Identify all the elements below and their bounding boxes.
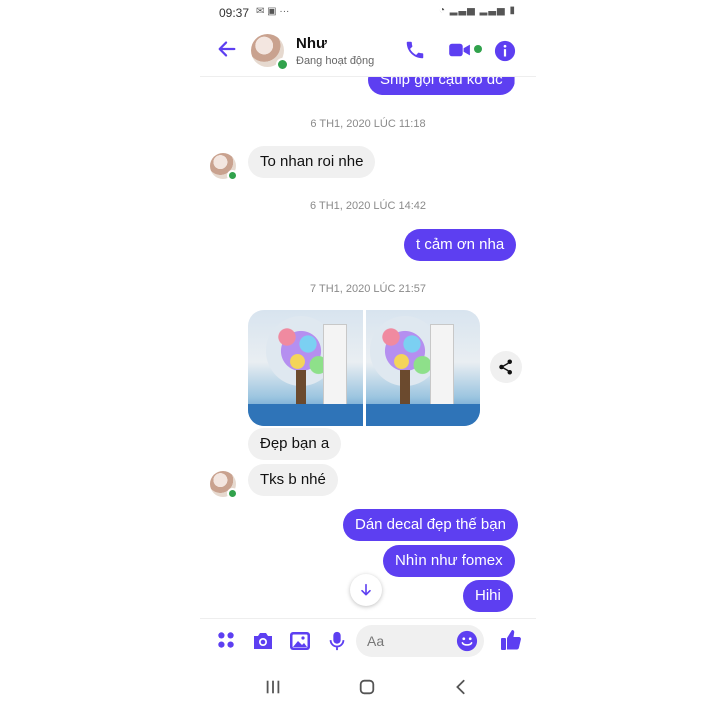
recent-apps-icon[interactable] bbox=[264, 678, 282, 696]
video-icon[interactable] bbox=[448, 41, 472, 59]
contact-name[interactable]: Như bbox=[296, 35, 327, 52]
thumbs-up-icon[interactable] bbox=[499, 628, 523, 652]
message-input-placeholder: Aa bbox=[367, 633, 385, 649]
back-nav-icon[interactable] bbox=[452, 678, 470, 696]
photo-attachment[interactable] bbox=[248, 310, 480, 426]
share-button[interactable] bbox=[490, 351, 522, 383]
messenger-screen: 09:37 ✉ ▣ ··· ◔ ▂▃▅ ▂▃▅ ▮ Như Đang hoạt … bbox=[200, 0, 536, 709]
chat-header: Như Đang hoạt động bbox=[200, 26, 536, 77]
phone-icon[interactable] bbox=[404, 39, 426, 61]
floor bbox=[248, 404, 363, 426]
status-bar: 09:37 ✉ ▣ ··· ◔ ▂▃▅ ▂▃▅ ▮ bbox=[200, 0, 536, 26]
arrow-down-icon bbox=[361, 583, 371, 596]
incoming-message[interactable]: Đẹp bạn a bbox=[248, 428, 342, 460]
outgoing-message[interactable]: Nhìn như fomex bbox=[383, 545, 515, 577]
floor bbox=[365, 404, 480, 426]
info-icon[interactable] bbox=[494, 40, 516, 62]
incoming-message[interactable]: Tks b nhé bbox=[248, 464, 338, 496]
system-nav-bar bbox=[200, 662, 536, 709]
video-online-indicator bbox=[474, 45, 482, 53]
home-icon[interactable] bbox=[358, 678, 376, 696]
outgoing-message[interactable]: Hihi bbox=[463, 580, 513, 612]
online-indicator bbox=[227, 170, 238, 181]
share-icon bbox=[499, 359, 512, 375]
contact-status: Đang hoạt động bbox=[296, 55, 375, 67]
emoji-icon[interactable] bbox=[456, 630, 478, 652]
timestamp: 7 TH1, 2020 LÚC 21:57 bbox=[310, 283, 426, 295]
notification-icons: ✉ ▣ ··· bbox=[256, 6, 290, 17]
online-indicator bbox=[227, 488, 238, 499]
outgoing-message[interactable]: Dán decal đẹp thế bạn bbox=[343, 509, 518, 541]
apps-icon[interactable] bbox=[215, 629, 237, 651]
photo-thumbnail[interactable] bbox=[365, 310, 480, 426]
incoming-message[interactable]: To nhan roi nhe bbox=[248, 146, 376, 178]
signal-battery-icons: ◔ ▂▃▅ ▂▃▅ ▮ bbox=[438, 5, 516, 16]
outgoing-message[interactable]: t cảm ơn nha bbox=[404, 229, 517, 261]
back-arrow-icon[interactable] bbox=[216, 38, 238, 60]
online-indicator bbox=[276, 58, 289, 71]
scroll-to-bottom-button[interactable] bbox=[350, 574, 382, 606]
timestamp: 6 TH1, 2020 LÚC 11:18 bbox=[310, 118, 426, 130]
message-input[interactable]: Aa bbox=[356, 625, 484, 657]
composer-bar: Aa bbox=[200, 618, 536, 663]
timestamp: 6 TH1, 2020 LÚC 14:42 bbox=[310, 200, 426, 212]
status-time: 09:37 bbox=[219, 6, 250, 20]
photo-thumbnail[interactable] bbox=[248, 310, 363, 426]
mic-icon[interactable] bbox=[326, 629, 348, 653]
camera-icon[interactable] bbox=[251, 629, 275, 653]
gallery-icon[interactable] bbox=[288, 629, 312, 653]
